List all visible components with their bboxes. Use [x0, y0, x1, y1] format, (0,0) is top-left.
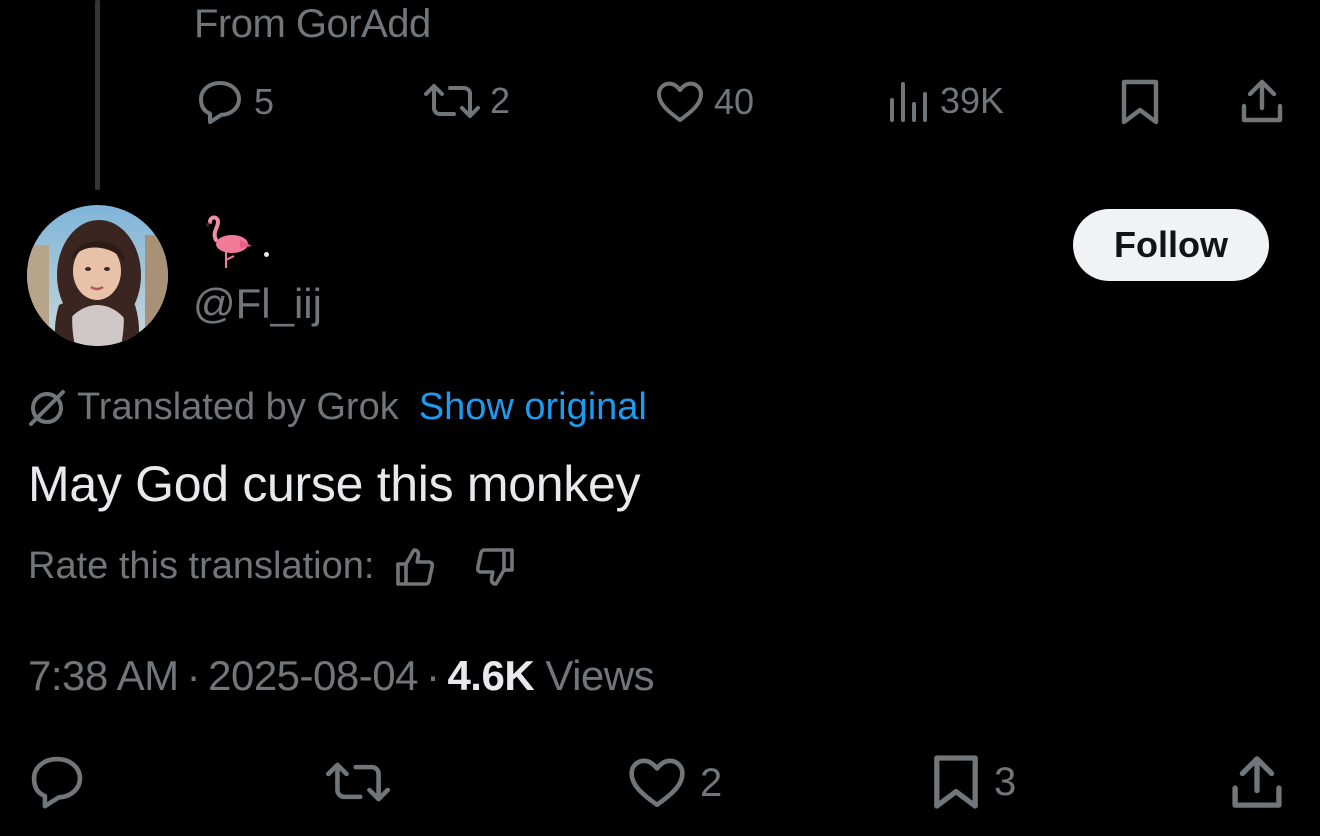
author-handle[interactable]: @Fl_iij — [193, 280, 322, 328]
bookmark-button[interactable] — [1120, 78, 1160, 126]
tweet-views-label: Views — [545, 652, 655, 699]
reply-count: 5 — [254, 81, 275, 122]
share-icon — [1232, 756, 1282, 808]
source-label[interactable]: From GorAdd — [194, 2, 431, 47]
repost-count: 2 — [490, 80, 511, 121]
rate-translation-row: Rate this translation: — [28, 545, 516, 588]
repost-icon — [424, 84, 480, 118]
tweet-views-count: 4.6K — [447, 652, 535, 699]
repost-button[interactable]: 2 — [424, 80, 510, 122]
translation-info: Translated by Grok Show original — [27, 386, 647, 429]
heart-icon — [629, 758, 685, 808]
rate-translation-label: Rate this translation: — [28, 545, 375, 587]
tweet-time[interactable]: 7:38 AM — [28, 652, 179, 699]
follow-button[interactable]: Follow — [1073, 209, 1269, 281]
avatar[interactable] — [27, 205, 168, 346]
meta-separator: · — [425, 652, 440, 699]
meta-separator: · — [186, 652, 201, 699]
thumbs-down-icon[interactable] — [474, 546, 516, 588]
like-count-main: 2 — [700, 760, 723, 805]
reply-button[interactable]: 5 — [196, 80, 274, 124]
translated-by-label: Translated by Grok — [77, 386, 399, 428]
share-icon — [1241, 79, 1283, 123]
heart-icon — [657, 81, 703, 122]
analytics-icon — [890, 82, 927, 122]
like-button[interactable]: 40 — [656, 80, 754, 124]
bookmark-icon — [934, 755, 978, 809]
bookmark-icon — [1121, 79, 1159, 125]
views-button[interactable]: 39K — [888, 80, 1004, 122]
thumbs-up-icon[interactable] — [394, 546, 436, 588]
like-button-main[interactable]: 2 — [628, 756, 722, 810]
tweet-meta: 7:38 AM · 2025-08-04 · 4.6K Views — [28, 652, 655, 700]
bookmark-count: 3 — [994, 759, 1017, 804]
flamingo-icon — [206, 215, 252, 268]
share-button[interactable] — [1240, 78, 1284, 124]
tweet-date[interactable]: 2025-08-04 — [208, 652, 418, 699]
like-count: 40 — [714, 81, 755, 122]
avatar-image — [27, 205, 168, 346]
share-button-main[interactable] — [1230, 754, 1284, 810]
bookmark-button-main[interactable]: 3 — [932, 752, 1016, 812]
reply-button-main[interactable] — [28, 755, 86, 809]
show-original-link[interactable]: Show original — [419, 386, 647, 429]
reply-icon — [31, 756, 83, 809]
thread-line — [95, 0, 100, 190]
tweet-text: May God curse this monkey — [28, 456, 641, 512]
repost-icon — [326, 762, 390, 802]
name-dot — [264, 252, 269, 257]
grok-icon — [29, 389, 65, 426]
reply-icon — [199, 81, 241, 124]
views-count-parent: 39K — [940, 80, 1005, 121]
repost-button-main[interactable] — [326, 758, 390, 806]
